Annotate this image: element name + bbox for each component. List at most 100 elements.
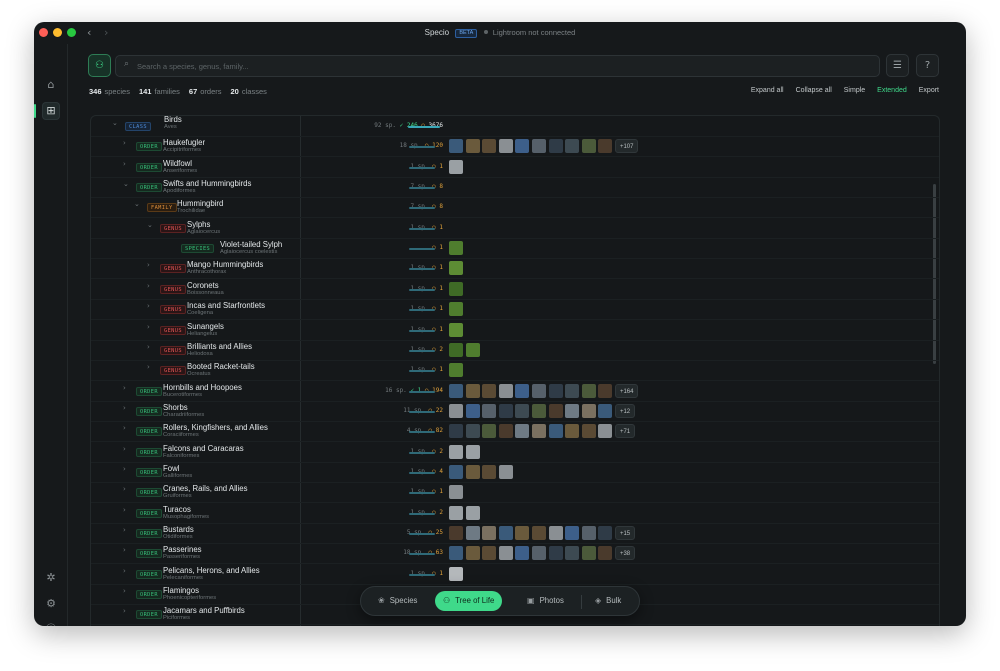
photo-thumbnail[interactable]	[548, 526, 563, 540]
photo-thumbnail[interactable]	[581, 383, 596, 398]
photo-thumbnail[interactable]	[548, 383, 563, 398]
tree-row[interactable]: ›GENUSBooted Racket-tailsOcreatus1 sp. ○…	[91, 361, 939, 382]
chevron-right-icon[interactable]: ›	[123, 546, 131, 554]
tree-row[interactable]: ›ORDERPasserinesPasseriformes18 sp. ○ 63…	[91, 544, 939, 565]
photo-thumbnail[interactable]	[548, 139, 563, 154]
export-button[interactable]: Export	[919, 87, 939, 94]
photo-thumbnail[interactable]	[482, 424, 497, 439]
chevron-down-icon[interactable]: ⌄	[147, 221, 155, 229]
photo-thumbnail[interactable]	[565, 546, 580, 561]
help-icon[interactable]: ⓘ	[42, 621, 60, 626]
photo-thumbnail[interactable]	[449, 566, 463, 581]
chevron-right-icon[interactable]: ›	[123, 526, 131, 534]
photo-thumbnail[interactable]	[531, 526, 546, 540]
tree-row[interactable]: › ORDER Falcons and Caracaras Falconiformes…	[91, 443, 939, 463]
tree-row[interactable]: ⌄ ORDER Swifts and Hummingbirds Apodiformes…	[91, 178, 939, 199]
more-photos-chip[interactable]: +38	[614, 546, 636, 561]
photo-thumbnail[interactable]	[465, 464, 480, 479]
photo-thumbnail[interactable]	[531, 424, 546, 439]
tree-row[interactable]: ›GENUSMango HummingbirdsAnthracothorax1 …	[91, 259, 939, 280]
photo-thumbnail[interactable]	[449, 403, 463, 418]
tree-row[interactable]: ⌄FAMILYHummingbirdTrochilidae7 sp. ○ 8	[91, 198, 939, 219]
chevron-right-icon[interactable]: ›	[123, 567, 131, 575]
tree-row[interactable]: ›ORDERFowlGalliformes1 sp. ○ 4	[91, 463, 939, 483]
chevron-right-icon[interactable]: ›	[123, 587, 131, 595]
photo-thumbnail[interactable]	[482, 139, 497, 154]
photo-thumbnail[interactable]	[581, 424, 596, 439]
photo-thumbnail[interactable]	[565, 139, 580, 154]
photo-thumbnail[interactable]	[498, 464, 513, 479]
tree-row[interactable]: ›ORDERWildfowlAnseriformes1 sp. ○ 1	[91, 158, 939, 178]
photo-thumbnail[interactable]	[515, 383, 530, 398]
photo-thumbnail[interactable]	[565, 526, 580, 540]
chevron-right-icon[interactable]: ›	[123, 465, 131, 473]
tree-row[interactable]: › ORDER Pelicans, Herons, and Allies Peleca…	[91, 565, 939, 585]
photo-thumbnail[interactable]	[598, 403, 613, 418]
more-photos-chip[interactable]: +107	[614, 139, 639, 154]
photo-thumbnail[interactable]	[598, 383, 613, 398]
chevron-right-icon[interactable]: ›	[123, 404, 131, 412]
photo-thumbnail[interactable]	[465, 424, 480, 439]
gear-icon[interactable]: ⚙	[42, 595, 60, 613]
tree-row[interactable]: › ORDER Rollers, Kingfishers, and Allies Co…	[91, 422, 939, 443]
chevron-down-icon[interactable]: ⌄	[112, 119, 120, 127]
extended-button[interactable]: Extended	[877, 87, 907, 94]
photo-thumbnail[interactable]	[531, 139, 546, 154]
search-bar[interactable]: ⌕	[115, 55, 880, 77]
photo-thumbnail[interactable]	[465, 505, 480, 520]
collapse-all-button[interactable]: Collapse all	[796, 87, 832, 94]
photo-thumbnail[interactable]	[465, 342, 480, 357]
photo-thumbnail[interactable]	[482, 383, 497, 398]
photo-thumbnail[interactable]	[465, 546, 480, 561]
photo-thumbnail[interactable]	[598, 526, 613, 540]
photo-thumbnail[interactable]	[449, 526, 463, 540]
photo-thumbnail[interactable]	[581, 546, 596, 561]
chevron-right-icon[interactable]: ›	[147, 363, 155, 371]
chevron-down-icon[interactable]: ⌄	[123, 180, 131, 188]
photo-thumbnail[interactable]	[449, 261, 463, 276]
photo-thumbnail[interactable]	[531, 383, 546, 398]
nav-photos-button[interactable]: ▣ Photos	[519, 591, 572, 611]
photo-thumbnail[interactable]	[598, 424, 613, 439]
more-photos-chip[interactable]: +12	[614, 403, 636, 418]
tree-row[interactable]: › ORDER Hornbills and Hoopoes Bucerotiforme…	[91, 382, 939, 402]
photo-thumbnail[interactable]	[482, 403, 497, 418]
chevron-right-icon[interactable]: ›	[123, 384, 131, 392]
chevron-right-icon[interactable]: ›	[147, 323, 155, 331]
tree-row[interactable]: ›ORDERShorbsCharadriiformes11 sp. ○ 22+1…	[91, 402, 939, 422]
chevron-right-icon[interactable]: ›	[147, 343, 155, 351]
photo-thumbnail[interactable]	[465, 526, 480, 540]
photo-thumbnail[interactable]	[565, 424, 580, 439]
filter-button[interactable]: ☰	[886, 54, 909, 77]
tree-row[interactable]: ›ORDERHaukefuglerAccipitriformes18 sp. ○…	[91, 137, 939, 158]
photo-thumbnail[interactable]	[449, 424, 463, 439]
photo-thumbnail[interactable]	[482, 546, 497, 561]
photo-thumbnail[interactable]	[449, 363, 463, 378]
photo-thumbnail[interactable]	[498, 526, 513, 540]
tree-row[interactable]: ›GENUSCoronetsBoissonneaua1 sp. ○ 1	[91, 280, 939, 300]
tree-row[interactable]: ›ORDERTuracosMusophagiformes1 sp. ○ 2	[91, 504, 939, 524]
tree-row[interactable]: ›GENUSIncas and StarfrontletsCoeligena1 …	[91, 300, 939, 321]
chevron-right-icon[interactable]: ›	[123, 160, 131, 168]
tree-row[interactable]: ›ORDERBustardsOtidiformes5 sp. ○ 25+15	[91, 524, 939, 544]
photo-thumbnail[interactable]	[598, 139, 613, 154]
more-photos-chip[interactable]: +164	[614, 383, 639, 398]
photo-thumbnail[interactable]	[531, 546, 546, 561]
photo-thumbnail[interactable]	[581, 139, 596, 154]
photo-thumbnail[interactable]	[482, 526, 497, 540]
photo-thumbnail[interactable]	[449, 241, 463, 256]
help-button[interactable]: ?	[916, 54, 939, 77]
photo-thumbnail[interactable]	[548, 424, 563, 439]
tree-row[interactable]: ⌄GENUSSylphsAglaiocercus1 sp. ○ 1	[91, 219, 939, 239]
nav-tree-of-life-button[interactable]: ⚇ Tree of Life	[435, 591, 503, 611]
photo-thumbnail[interactable]	[515, 424, 530, 439]
chevron-right-icon[interactable]: ›	[147, 261, 155, 269]
grid-icon[interactable]: ⊞	[42, 102, 60, 120]
photo-thumbnail[interactable]	[449, 139, 463, 154]
chevron-right-icon[interactable]: ›	[147, 282, 155, 290]
photo-thumbnail[interactable]	[449, 464, 463, 479]
tree-row[interactable]: SPECIES Violet-tailed Sylph Aglaiocercus c…	[91, 239, 939, 260]
photo-thumbnail[interactable]	[565, 383, 580, 398]
chevron-right-icon[interactable]: ›	[123, 139, 131, 147]
tree-view-button[interactable]: ⚇	[88, 54, 111, 77]
